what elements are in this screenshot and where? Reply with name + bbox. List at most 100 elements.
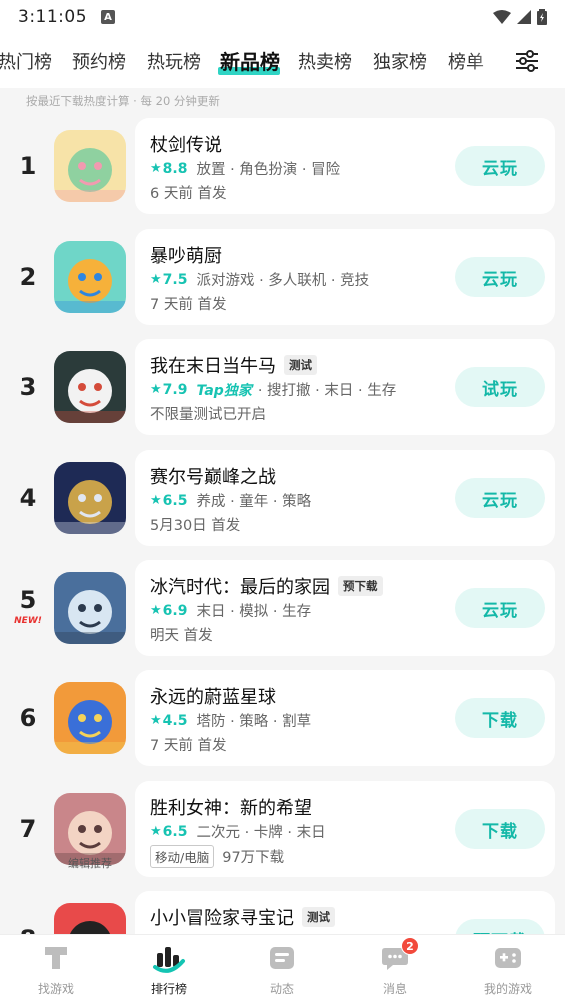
action-button[interactable]: 云玩 xyxy=(455,146,545,186)
rank-number: 5 xyxy=(19,586,37,614)
rating-value: 6.5 xyxy=(162,823,188,840)
meta-line: ★ 4.5 塔防 · 策略 · 割草 xyxy=(150,710,311,731)
game-icon[interactable] xyxy=(54,130,126,202)
rating-value: 6.9 xyxy=(162,602,188,619)
ranking-tabs: 热门榜 预约榜 热玩榜 新品榜 热卖榜 独家榜 榜单 xyxy=(0,34,565,88)
game-title: 永远的蔚蓝星球 xyxy=(150,687,276,708)
game-title: 小小冒险家寻宝记 xyxy=(150,908,294,929)
action-button[interactable]: 云玩 xyxy=(455,257,545,297)
rating-value: 7.5 xyxy=(162,271,188,288)
rank-number: 3 xyxy=(19,373,37,401)
star-icon: ★ xyxy=(150,382,162,397)
release-info: 不限量测试已开启 xyxy=(150,407,266,423)
battery-icon xyxy=(537,9,547,25)
tab-4[interactable]: 新品榜 xyxy=(220,46,280,75)
game-icon[interactable] xyxy=(54,682,126,754)
nav-label: 我的游戏 xyxy=(483,982,532,996)
star-icon: ★ xyxy=(150,493,162,508)
game-card[interactable]: 永远的蔚蓝星球 ★ 4.5 塔防 · 策略 · 割草 7 天前 首发 下载 xyxy=(135,670,555,766)
editor-pick-tag: 编辑推荐 xyxy=(68,857,112,870)
game-icon[interactable] xyxy=(54,241,126,313)
release-info: 5月30日 首发 xyxy=(150,518,241,534)
nav-label: 消息 xyxy=(382,982,407,996)
star-icon: ★ xyxy=(150,713,162,728)
release-info: 明天 首发 xyxy=(150,628,213,644)
filter-settings-button[interactable] xyxy=(510,44,544,78)
nav-message[interactable]: 2 消息 xyxy=(355,937,435,997)
game-row[interactable]: 3 我在末日当牛马 测试 ★ 7.9 Tap独家 · 搜打撤 · 末日 · 生存 不限量测试已… xyxy=(0,339,565,435)
game-card[interactable]: 冰汽时代：最后的家园 预下载 ★ 6.9 末日 · 模拟 · 生存明天 首发 云玩 xyxy=(135,560,555,656)
game-title: 我在末日当牛马 xyxy=(150,356,276,377)
game-icon[interactable] xyxy=(54,462,126,534)
star-icon: ★ xyxy=(150,161,162,176)
nav-ranking[interactable]: 排行榜 xyxy=(129,943,209,997)
genre-tags: 放置 · 角色扮演 · 冒险 xyxy=(196,162,341,178)
game-card[interactable]: 暴吵萌厨 ★ 7.5 派对游戏 · 多人联机 · 竞技 7 天前 首发 云玩 xyxy=(135,229,555,325)
tab-2[interactable]: 预约榜 xyxy=(72,48,126,74)
game-row[interactable]: 1 杖剑传说 ★ 8.8 放置 · 角色扮演 · 冒险 6 天前 首发 云玩 xyxy=(0,118,565,214)
game-row[interactable]: 7 编辑推荐 胜利女神：新的希望 ★ 6.5 二次元 · 卡牌 · 末日 移动/电脑 97万下… xyxy=(0,781,565,877)
status-indicators xyxy=(493,9,547,25)
rating-value: 8.8 xyxy=(162,160,188,177)
title-line: 冰汽时代：最后的家园 预下载 xyxy=(150,573,383,599)
rating-value: 7.9 xyxy=(162,381,188,398)
release-info: 7 天前 首发 xyxy=(150,738,227,754)
platform-tag: 移动/电脑 xyxy=(150,845,215,868)
game-card[interactable]: 赛尔号巅峰之战 ★ 6.5 养成 · 童年 · 策略 5月30日 首发 云玩 xyxy=(135,450,555,546)
game-row[interactable]: 6 永远的蔚蓝星球 ★ 4.5 塔防 · 策略 · 割草 7 天前 首发 下载 xyxy=(0,670,565,766)
release-info: 6 天前 首发 xyxy=(150,186,227,202)
genre-tags: 二次元 · 卡牌 · 末日 xyxy=(196,825,326,841)
game-card[interactable]: 胜利女神：新的希望 ★ 6.5 二次元 · 卡牌 · 末日移动/电脑 97万下载 下载 xyxy=(135,781,555,877)
action-button[interactable]: 试玩 xyxy=(455,367,545,407)
game-title: 赛尔号巅峰之战 xyxy=(150,467,276,488)
game-card[interactable]: 杖剑传说 ★ 8.8 放置 · 角色扮演 · 冒险 6 天前 首发 云玩 xyxy=(135,118,555,214)
nav-hammer[interactable]: 找游戏 xyxy=(16,943,96,997)
action-button[interactable]: 云玩 xyxy=(455,588,545,628)
tab-6[interactable]: 独家榜 xyxy=(373,48,427,74)
game-row[interactable]: 2 暴吵萌厨 ★ 7.5 派对游戏 · 多人联机 · 竞技 7 天前 首发 云玩 xyxy=(0,229,565,325)
meta-line: ★ 6.9 末日 · 模拟 · 生存 xyxy=(150,600,311,621)
action-button[interactable]: 下载 xyxy=(455,698,545,738)
tap-exclusive-tag: Tap独家 xyxy=(196,382,252,399)
meta-line: ★ 7.5 派对游戏 · 多人联机 · 竞技 xyxy=(150,269,369,290)
game-title: 冰汽时代：最后的家园 xyxy=(150,577,330,598)
nav-gamepad[interactable]: 我的游戏 xyxy=(468,943,548,997)
status-bar: 3:11:05 A xyxy=(0,0,565,34)
tab-1[interactable]: 热门榜 xyxy=(0,48,52,74)
star-icon: ★ xyxy=(150,603,162,618)
game-icon[interactable] xyxy=(54,351,126,423)
release-info: 7 天前 首发 xyxy=(150,297,227,313)
title-line: 胜利女神：新的希望 xyxy=(150,794,312,820)
game-row[interactable]: 5 NEW! 冰汽时代：最后的家园 预下载 ★ 6.9 末日 · 模拟 · 生存 明天 首发 云… xyxy=(0,560,565,656)
sub-line: 7 天前 首发 xyxy=(150,293,226,314)
tab-3[interactable]: 热玩榜 xyxy=(147,48,201,74)
genre-tags: · 搜打撤 · 末日 · 生存 xyxy=(257,383,397,399)
title-line: 暴吵萌厨 xyxy=(150,242,222,268)
meta-line: ★ 8.8 放置 · 角色扮演 · 冒险 xyxy=(150,158,340,179)
tab-5[interactable]: 热卖榜 xyxy=(298,48,352,74)
feed-icon xyxy=(242,943,322,973)
nav-feed[interactable]: 动态 xyxy=(242,943,322,997)
notification-icon: A xyxy=(101,10,116,24)
hammer-icon xyxy=(16,943,96,973)
sub-line: 5月30日 首发 xyxy=(150,514,240,535)
genre-tags: 养成 · 童年 · 策略 xyxy=(196,494,312,510)
title-line: 赛尔号巅峰之战 xyxy=(150,463,276,489)
game-title: 暴吵萌厨 xyxy=(150,246,222,267)
status-time: 3:11:05 xyxy=(18,7,88,27)
genre-tags: 塔防 · 策略 · 割草 xyxy=(196,714,312,730)
meta-line: ★ 6.5 养成 · 童年 · 策略 xyxy=(150,490,311,511)
action-button[interactable]: 下载 xyxy=(455,809,545,849)
star-icon: ★ xyxy=(150,824,162,839)
star-icon: ★ xyxy=(150,272,162,287)
sub-line: 7 天前 首发 xyxy=(150,734,226,755)
game-row[interactable]: 4 赛尔号巅峰之战 ★ 6.5 养成 · 童年 · 策略 5月30日 首发 云玩 xyxy=(0,450,565,546)
genre-tags: 派对游戏 · 多人联机 · 竞技 xyxy=(196,273,370,289)
game-card[interactable]: 我在末日当牛马 测试 ★ 7.9 Tap独家 · 搜打撤 · 末日 · 生存 不限量测试已开… xyxy=(135,339,555,435)
sub-line: 移动/电脑 97万下载 xyxy=(150,845,284,868)
game-icon[interactable] xyxy=(54,572,126,644)
wifi-icon xyxy=(493,10,511,24)
rank-number: 6 xyxy=(19,704,37,732)
nav-label: 排行榜 xyxy=(150,982,187,996)
action-button[interactable]: 云玩 xyxy=(455,478,545,518)
